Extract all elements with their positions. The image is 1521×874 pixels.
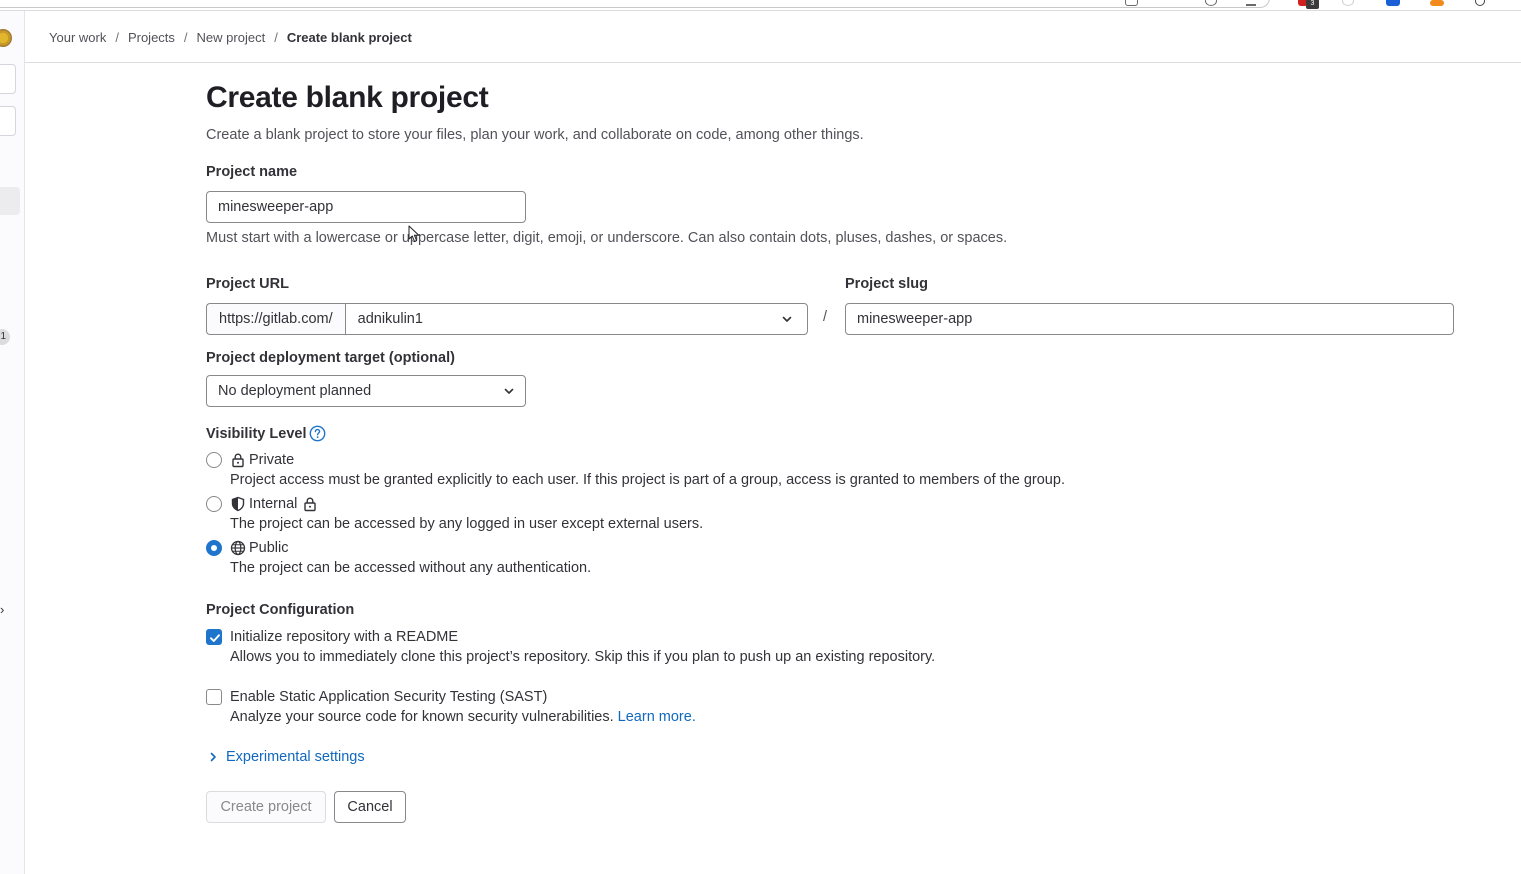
sidebar-button[interactable] xyxy=(0,64,16,94)
project-url-group: https://gitlab.com/ adnikulin1 xyxy=(206,303,808,335)
check-icon xyxy=(210,634,220,642)
chevron-right-icon xyxy=(210,752,216,762)
project-slug-input[interactable] xyxy=(845,303,1454,335)
project-name-input[interactable] xyxy=(206,191,526,223)
breadcrumb: Your work / Projects / New project / Cre… xyxy=(49,30,412,45)
breadcrumb-your-work[interactable]: Your work xyxy=(49,30,106,45)
project-slug-label: Project slug xyxy=(845,276,928,292)
sast-help: Analyze your source code for known secur… xyxy=(230,709,614,725)
url-slug-separator: / xyxy=(823,309,828,325)
experimental-settings-label: Experimental settings xyxy=(226,749,365,765)
url-prefix: https://gitlab.com/ xyxy=(206,303,345,335)
extension-icon[interactable] xyxy=(1342,0,1354,6)
page-description: Create a blank project to store your fil… xyxy=(206,127,864,143)
browser-toolbar: 3 xyxy=(0,0,1521,11)
visibility-option-help: The project can be accessed without any … xyxy=(230,560,592,576)
chevron-down-icon xyxy=(782,316,792,322)
breadcrumb-new-project[interactable]: New project xyxy=(197,30,266,45)
sidebar-item-active[interactable] xyxy=(0,187,20,215)
chevron-down-icon xyxy=(504,388,514,394)
bookmark-star-icon[interactable] xyxy=(1246,0,1256,6)
visibility-option-help: The project can be accessed by any logge… xyxy=(230,516,704,532)
experimental-settings-toggle[interactable]: Experimental settings xyxy=(206,749,365,765)
globe-icon xyxy=(230,540,246,556)
visibility-option-help: Project access must be granted explicitl… xyxy=(230,472,1065,488)
project-configuration-label: Project Configuration xyxy=(206,602,355,618)
visibility-option-label: Internal xyxy=(249,496,298,512)
breadcrumb-separator: / xyxy=(115,30,119,45)
breadcrumb-projects[interactable]: Projects xyxy=(128,30,175,45)
project-url-label: Project URL xyxy=(206,276,289,292)
lock-icon xyxy=(304,497,317,512)
breadcrumb-current[interactable]: Create blank project xyxy=(287,30,412,45)
visibility-level-label: Visibility Level xyxy=(206,425,307,442)
share-icon[interactable] xyxy=(1125,0,1138,6)
visibility-option-private[interactable]: Private xyxy=(206,452,294,468)
visibility-option-label: Public xyxy=(249,540,289,556)
mouse-cursor-icon xyxy=(408,225,420,242)
visibility-level-heading: Visibility Level xyxy=(206,425,326,442)
namespace-value: adnikulin1 xyxy=(357,311,423,327)
address-bar[interactable] xyxy=(0,0,1270,8)
help-icon[interactable] xyxy=(309,425,326,442)
chevron-right-icon[interactable]: › xyxy=(0,602,10,618)
readme-checkbox[interactable] xyxy=(206,629,222,645)
sidebar-count-badge: 1 xyxy=(0,329,10,345)
sidebar-button[interactable] xyxy=(0,106,16,136)
settings-icon[interactable] xyxy=(1475,0,1485,6)
sast-option[interactable]: Enable Static Application Security Testi… xyxy=(206,689,547,705)
radio-internal[interactable] xyxy=(206,496,222,512)
visibility-option-internal[interactable]: Internal xyxy=(206,496,321,512)
radio-public[interactable] xyxy=(206,540,222,556)
sast-help-row: Analyze your source code for known secur… xyxy=(230,709,696,725)
sast-checkbox[interactable] xyxy=(206,689,222,705)
create-project-button[interactable]: Create project xyxy=(206,791,326,823)
project-name-help: Must start with a lowercase or uppercase… xyxy=(206,230,1008,246)
readme-label: Initialize repository with a README xyxy=(230,629,459,645)
namespace-select[interactable]: adnikulin1 xyxy=(344,303,808,335)
visibility-option-public[interactable]: Public xyxy=(206,540,289,556)
readme-option[interactable]: Initialize repository with a README xyxy=(206,629,458,645)
lock-icon xyxy=(232,453,244,468)
project-name-label: Project name xyxy=(206,164,298,180)
readme-help: Allows you to immediately clone this pro… xyxy=(230,649,936,665)
extension-icon[interactable] xyxy=(1430,0,1444,6)
deployment-target-select[interactable]: No deployment planned xyxy=(206,375,526,407)
sast-label: Enable Static Application Security Testi… xyxy=(230,689,548,705)
page-title: Create blank project xyxy=(206,81,489,114)
extension-badge: 3 xyxy=(1306,0,1319,9)
extension-icon[interactable] xyxy=(1386,0,1400,6)
left-sidebar: 1 › xyxy=(0,11,25,874)
shield-icon xyxy=(231,496,245,512)
visibility-option-label: Private xyxy=(249,452,295,468)
deployment-target-value: No deployment planned xyxy=(218,383,372,399)
deployment-target-label: Project deployment target (optional) xyxy=(206,350,455,366)
avatar[interactable] xyxy=(0,29,12,47)
learn-more-link[interactable]: Learn more. xyxy=(618,709,696,725)
breadcrumb-separator: / xyxy=(274,30,278,45)
radio-private[interactable] xyxy=(206,452,222,468)
breadcrumb-separator: / xyxy=(183,30,188,45)
divider xyxy=(25,62,1521,63)
cancel-button[interactable]: Cancel xyxy=(334,791,406,823)
